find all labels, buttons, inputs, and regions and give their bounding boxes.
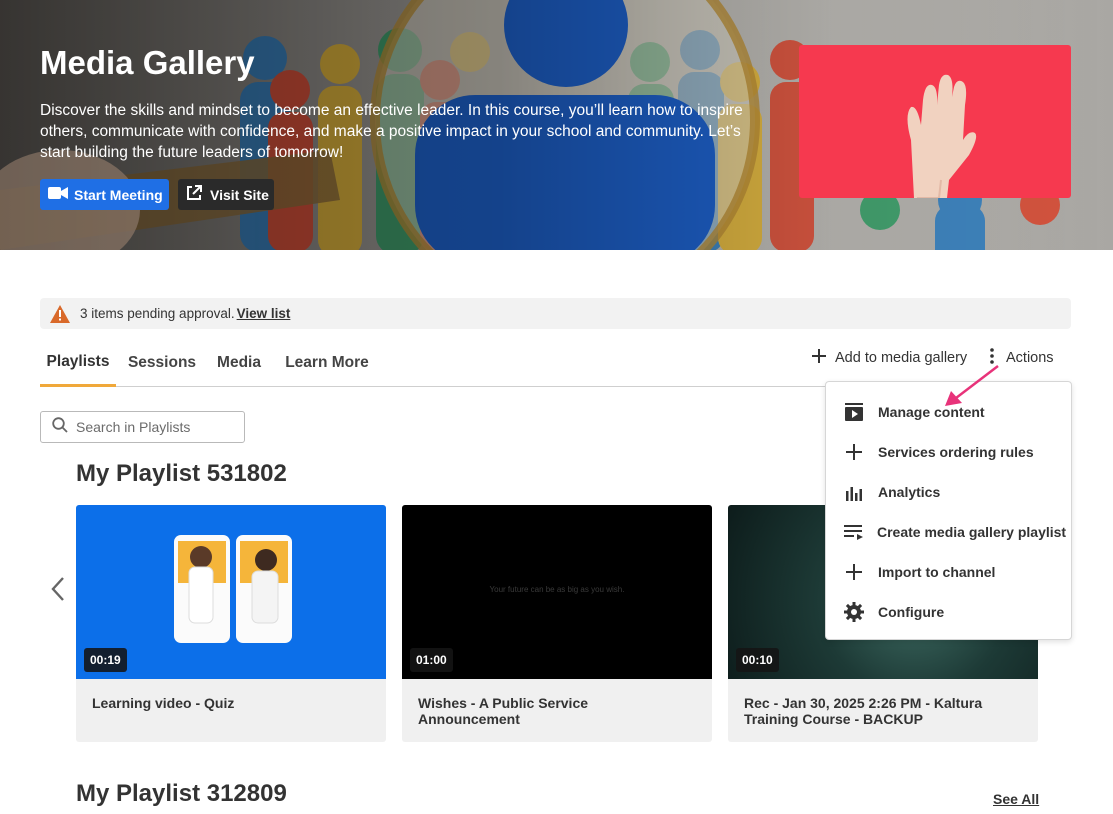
plus-icon [811, 348, 827, 368]
page-title: Media Gallery [40, 44, 255, 81]
media-card[interactable]: Your future can be as big as you wish. 0… [402, 505, 712, 742]
tab-sessions[interactable]: Sessions [124, 340, 200, 386]
visit-site-button[interactable]: Visit Site [178, 179, 274, 210]
external-link-icon [186, 185, 202, 204]
plus-icon [844, 442, 864, 462]
search-icon [52, 416, 68, 438]
visit-site-label: Visit Site [210, 186, 269, 203]
menu-item-label: Analytics [878, 484, 941, 500]
plus-icon [844, 562, 864, 582]
bar-chart-icon [844, 482, 864, 502]
playlist-add-icon [844, 522, 864, 542]
menu-item-create-playlist[interactable]: Create media gallery playlist [826, 512, 1071, 552]
play-box-icon [844, 402, 864, 422]
pending-approval-alert: 3 items pending approval. View list [40, 298, 1071, 329]
gallery-thumbnail [799, 45, 1071, 198]
start-meeting-button[interactable]: Start Meeting [40, 179, 169, 210]
media-title[interactable]: Wishes - A Public Service Announcement [418, 695, 688, 727]
gallery-tabs: Playlists Sessions Media Learn More Add … [40, 340, 1071, 387]
menu-item-services-ordering-rules[interactable]: Services ordering rules [826, 432, 1071, 472]
menu-item-manage-content[interactable]: Manage content [826, 392, 1071, 432]
playlist-search[interactable] [40, 411, 245, 443]
playlist-title: My Playlist 531802 [76, 460, 287, 487]
duration-badge: 01:00 [410, 648, 453, 672]
tab-media[interactable]: Media [210, 340, 268, 386]
gear-icon [844, 602, 864, 622]
more-vertical-icon [990, 348, 994, 368]
chevron-left-icon [51, 577, 64, 601]
menu-item-analytics[interactable]: Analytics [826, 472, 1071, 512]
menu-item-label: Create media gallery playlist [877, 524, 1067, 540]
search-input[interactable] [76, 419, 236, 435]
add-to-media-gallery-button[interactable]: Add to media gallery [811, 340, 967, 376]
menu-item-configure[interactable]: Configure [826, 592, 1071, 632]
see-all-link[interactable]: See All [993, 791, 1039, 807]
gallery-description: Discover the skills and mindset to becom… [40, 102, 743, 161]
media-title[interactable]: Rec - Jan 30, 2025 2:26 PM - Kaltura Tra… [744, 695, 1014, 727]
media-thumbnail: Your future can be as big as you wish. 0… [402, 505, 712, 679]
duration-badge: 00:19 [84, 648, 127, 672]
raised-hand-image [907, 74, 977, 198]
carousel-prev-button[interactable] [48, 575, 68, 608]
view-list-link[interactable]: View list [237, 306, 291, 321]
menu-item-label: Manage content [878, 404, 985, 420]
add-to-media-gallery-label: Add to media gallery [835, 350, 968, 366]
actions-button[interactable]: Actions [990, 340, 1054, 376]
video-overlay-text: Your future can be as big as you wish. [489, 585, 625, 594]
actions-dropdown-menu: Manage content Services ordering rules A… [825, 381, 1072, 640]
menu-item-import-to-channel[interactable]: Import to channel [826, 552, 1071, 592]
alert-text: 3 items pending approval. [80, 306, 235, 321]
menu-item-label: Configure [878, 604, 945, 620]
tab-learn-more[interactable]: Learn More [280, 340, 374, 386]
media-title[interactable]: Learning video - Quiz [92, 695, 362, 711]
video-camera-icon [48, 186, 68, 203]
start-meeting-label: Start Meeting [74, 186, 163, 203]
hero-banner: Media Gallery Discover the skills and mi… [0, 0, 1113, 250]
actions-label: Actions [1006, 350, 1054, 366]
playlist-title: My Playlist 312809 [76, 780, 287, 807]
menu-item-label: Import to channel [878, 564, 996, 580]
warning-icon [50, 304, 70, 323]
media-thumbnail: 00:19 [76, 505, 386, 679]
media-card[interactable]: 00:19 Learning video - Quiz [76, 505, 386, 742]
menu-item-label: Services ordering rules [878, 444, 1034, 460]
tab-playlists[interactable]: Playlists [40, 340, 116, 387]
duration-badge: 00:10 [736, 648, 779, 672]
